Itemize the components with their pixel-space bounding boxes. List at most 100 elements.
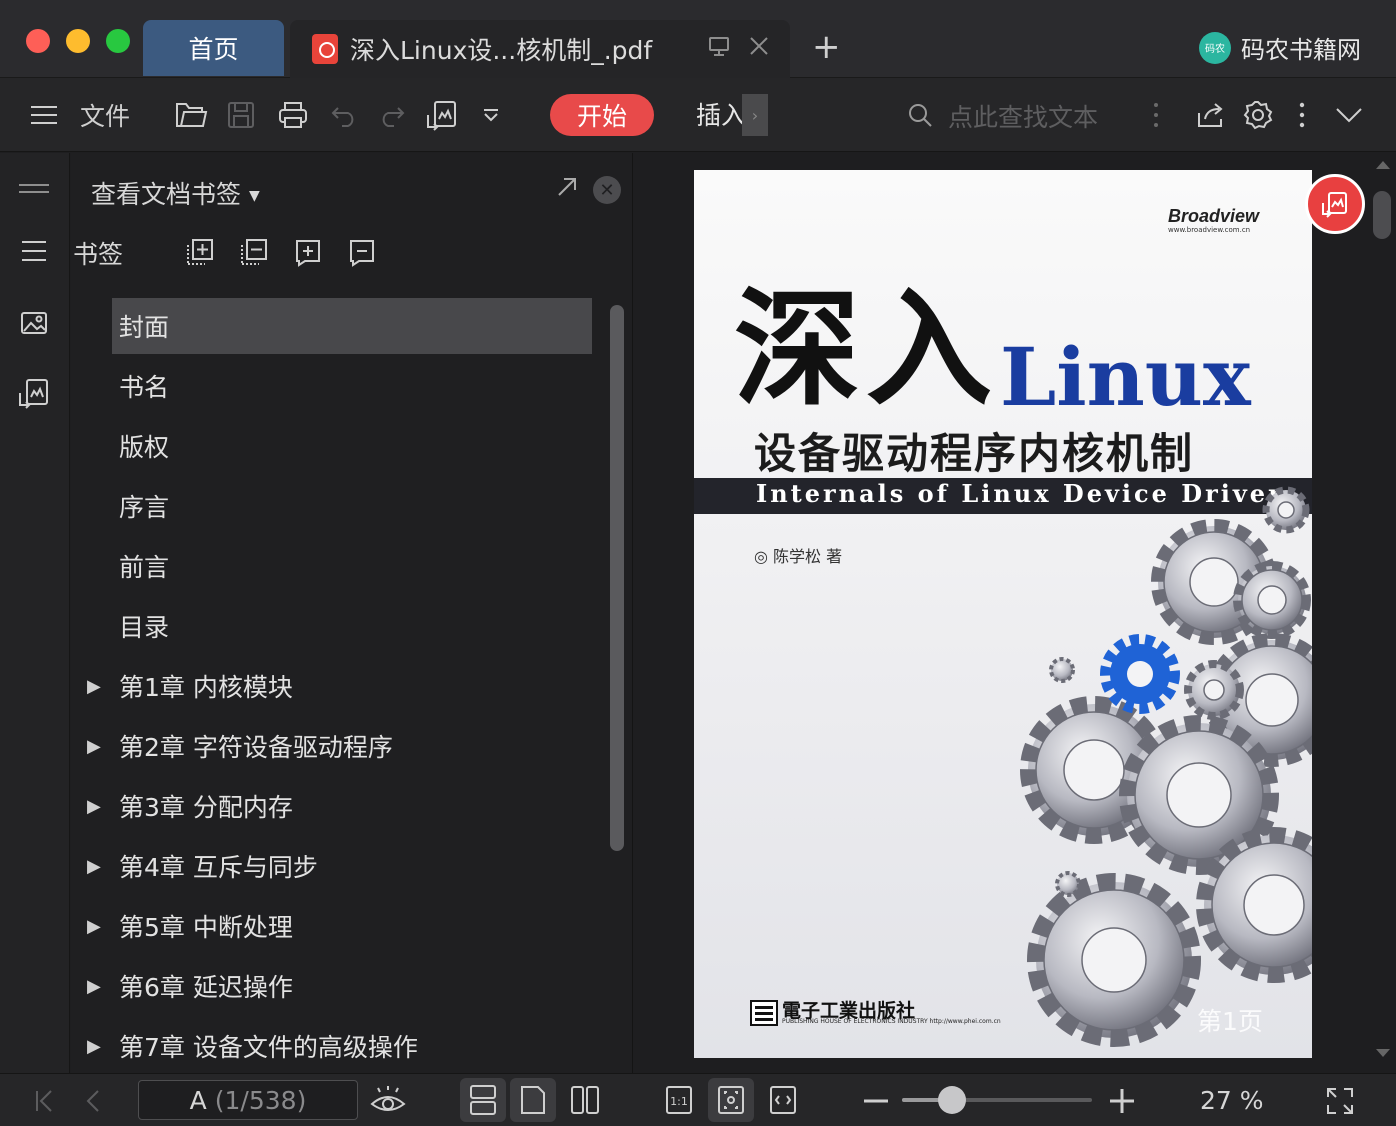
- bookmark-item[interactable]: ▶ 第2章 字符设备驱动程序: [71, 718, 605, 774]
- open-folder-icon[interactable]: [172, 78, 210, 152]
- menu-icon[interactable]: [28, 78, 60, 152]
- bookmark-panel-title: 查看文档书签: [91, 180, 242, 209]
- bookmark-panel: 查看文档书签 ▼ ✕ 书签 封面 书名 版权 序言 前言 目录 ▶ 第1章 内核…: [71, 153, 633, 1073]
- toolbar-more-arrow[interactable]: ›: [742, 94, 768, 136]
- reading-mode-eye-icon[interactable]: [368, 1074, 408, 1126]
- zoom-out-icon[interactable]: [860, 1074, 892, 1126]
- bookmark-label: 书名: [119, 373, 170, 402]
- bookmark-label: 第2章 字符设备驱动程序: [119, 733, 393, 762]
- chevron-down-icon[interactable]: [478, 78, 504, 152]
- publisher-logo-icon: [750, 1000, 778, 1026]
- page-number-input[interactable]: A (1/538): [138, 1080, 358, 1120]
- bookmark-item[interactable]: 封面: [71, 298, 605, 354]
- zoom-level[interactable]: 27 %: [1200, 1086, 1264, 1115]
- expand-triangle-icon[interactable]: ▶: [87, 856, 101, 877]
- insert-tab-button[interactable]: 插入: [696, 96, 746, 132]
- document-viewer: Broadview www.broadview.com.cn 深入 Linux …: [634, 153, 1396, 1073]
- start-tab-button[interactable]: 开始: [550, 94, 654, 136]
- document-scrollbar[interactable]: [1373, 191, 1391, 239]
- close-window-button[interactable]: [26, 29, 50, 53]
- bookmark-item[interactable]: 前言: [71, 538, 605, 594]
- collapse-all-icon[interactable]: [237, 235, 271, 269]
- monitor-icon[interactable]: [708, 34, 730, 64]
- bookmark-item[interactable]: ▶ 第4章 互斥与同步: [71, 838, 605, 894]
- scroll-down-arrow-icon[interactable]: [1376, 1049, 1390, 1057]
- bookmark-list-icon[interactable]: [16, 233, 52, 269]
- bookmark-section-label: 书签: [73, 240, 124, 269]
- expand-triangle-icon[interactable]: ▶: [87, 796, 101, 817]
- expand-all-icon[interactable]: [183, 235, 217, 269]
- bookmark-item[interactable]: ▶ 第7章 设备文件的高级操作: [71, 1018, 605, 1074]
- brand-name: 码农书籍网: [1241, 36, 1361, 64]
- expand-triangle-icon[interactable]: ▶: [87, 916, 101, 937]
- bookmark-item[interactable]: ▶ 第1章 内核模块: [71, 658, 605, 714]
- first-page-icon[interactable]: [30, 1074, 60, 1126]
- convert-icon[interactable]: [422, 78, 462, 152]
- blue-gear-icon: [1100, 634, 1180, 714]
- bookmark-item[interactable]: 目录: [71, 598, 605, 654]
- bookmark-label: 封面: [119, 313, 170, 342]
- bookmark-item[interactable]: ▶ 第6章 延迟操作: [71, 958, 605, 1014]
- bookmark-label: 前言: [119, 553, 170, 582]
- expand-triangle-icon[interactable]: ▶: [87, 676, 101, 697]
- convert-panel-icon[interactable]: [16, 375, 52, 411]
- fit-page-icon[interactable]: [708, 1078, 754, 1122]
- file-menu[interactable]: 文件: [78, 78, 132, 152]
- add-bookmark-icon[interactable]: [291, 235, 325, 269]
- scroll-up-arrow-icon[interactable]: [1376, 161, 1390, 169]
- previous-page-icon[interactable]: [80, 1074, 106, 1126]
- minimize-window-button[interactable]: [66, 29, 90, 53]
- tab-home-label: 首页: [188, 35, 239, 64]
- expand-triangle-icon[interactable]: ▶: [87, 976, 101, 997]
- tab-document[interactable]: 深入Linux设...核机制_.pdf: [290, 20, 790, 78]
- convert-floating-button[interactable]: [1305, 174, 1365, 234]
- panel-handle-icon[interactable]: [16, 171, 52, 207]
- bookmark-scrollbar[interactable]: [610, 305, 624, 851]
- undo-icon[interactable]: [326, 78, 362, 152]
- more-options-icon[interactable]: [1292, 78, 1312, 152]
- brand: 码农 码农书籍网: [1199, 30, 1361, 65]
- save-icon[interactable]: [222, 78, 260, 152]
- bookmark-label: 版权: [119, 433, 170, 462]
- remove-bookmark-icon[interactable]: [345, 235, 379, 269]
- bookmark-item[interactable]: 序言: [71, 478, 605, 534]
- zoom-in-icon[interactable]: [1106, 1074, 1138, 1126]
- fit-width-icon[interactable]: [760, 1078, 806, 1122]
- brand-logo-icon: 码农: [1199, 31, 1231, 64]
- actual-size-icon[interactable]: 1:1: [656, 1078, 702, 1122]
- expand-triangle-icon[interactable]: ▶: [87, 736, 101, 757]
- bookmark-item[interactable]: 版权: [71, 418, 605, 474]
- thumbnail-image-icon[interactable]: [16, 305, 52, 341]
- fullscreen-icon[interactable]: [1322, 1074, 1358, 1126]
- single-page-view-icon[interactable]: [510, 1078, 556, 1122]
- new-tab-button[interactable]: +: [812, 28, 841, 66]
- bookmark-label: 序言: [119, 493, 170, 522]
- search-input[interactable]: 点此查找文本: [948, 98, 1098, 134]
- page-number-watermark: 第1页: [1197, 1007, 1263, 1036]
- search-icon: [904, 78, 936, 152]
- bookmark-item[interactable]: ▶ 第5章 中断处理: [71, 898, 605, 954]
- bookmark-label: 第3章 分配内存: [119, 793, 293, 822]
- pop-out-arrow-icon[interactable]: [555, 175, 579, 205]
- bookmark-label: 第4章 互斥与同步: [119, 853, 318, 882]
- continuous-scroll-view-icon[interactable]: [460, 1078, 506, 1122]
- close-tab-icon[interactable]: [748, 34, 770, 64]
- tab-home[interactable]: 首页: [143, 20, 284, 76]
- share-icon[interactable]: [1192, 78, 1228, 152]
- bookmark-view-dropdown[interactable]: 查看文档书签 ▼: [91, 175, 260, 211]
- settings-gear-icon[interactable]: [1240, 78, 1276, 152]
- caret-down-icon: ▼: [249, 188, 260, 204]
- zoom-slider-handle[interactable]: [938, 1086, 966, 1114]
- more-vertical-icon[interactable]: [1146, 78, 1166, 152]
- close-panel-icon[interactable]: ✕: [593, 176, 621, 204]
- sidebar-rail: [0, 153, 70, 1073]
- redo-icon[interactable]: [374, 78, 410, 152]
- zoom-window-button[interactable]: [106, 29, 130, 53]
- print-icon[interactable]: [274, 78, 312, 152]
- expand-triangle-icon[interactable]: ▶: [87, 1036, 101, 1057]
- pdf-page: Broadview www.broadview.com.cn 深入 Linux …: [694, 170, 1312, 1058]
- bookmark-item[interactable]: 书名: [71, 358, 605, 414]
- two-page-view-icon[interactable]: [562, 1078, 608, 1122]
- bookmark-item[interactable]: ▶ 第3章 分配内存: [71, 778, 605, 834]
- collapse-toolbar-icon[interactable]: [1332, 78, 1366, 152]
